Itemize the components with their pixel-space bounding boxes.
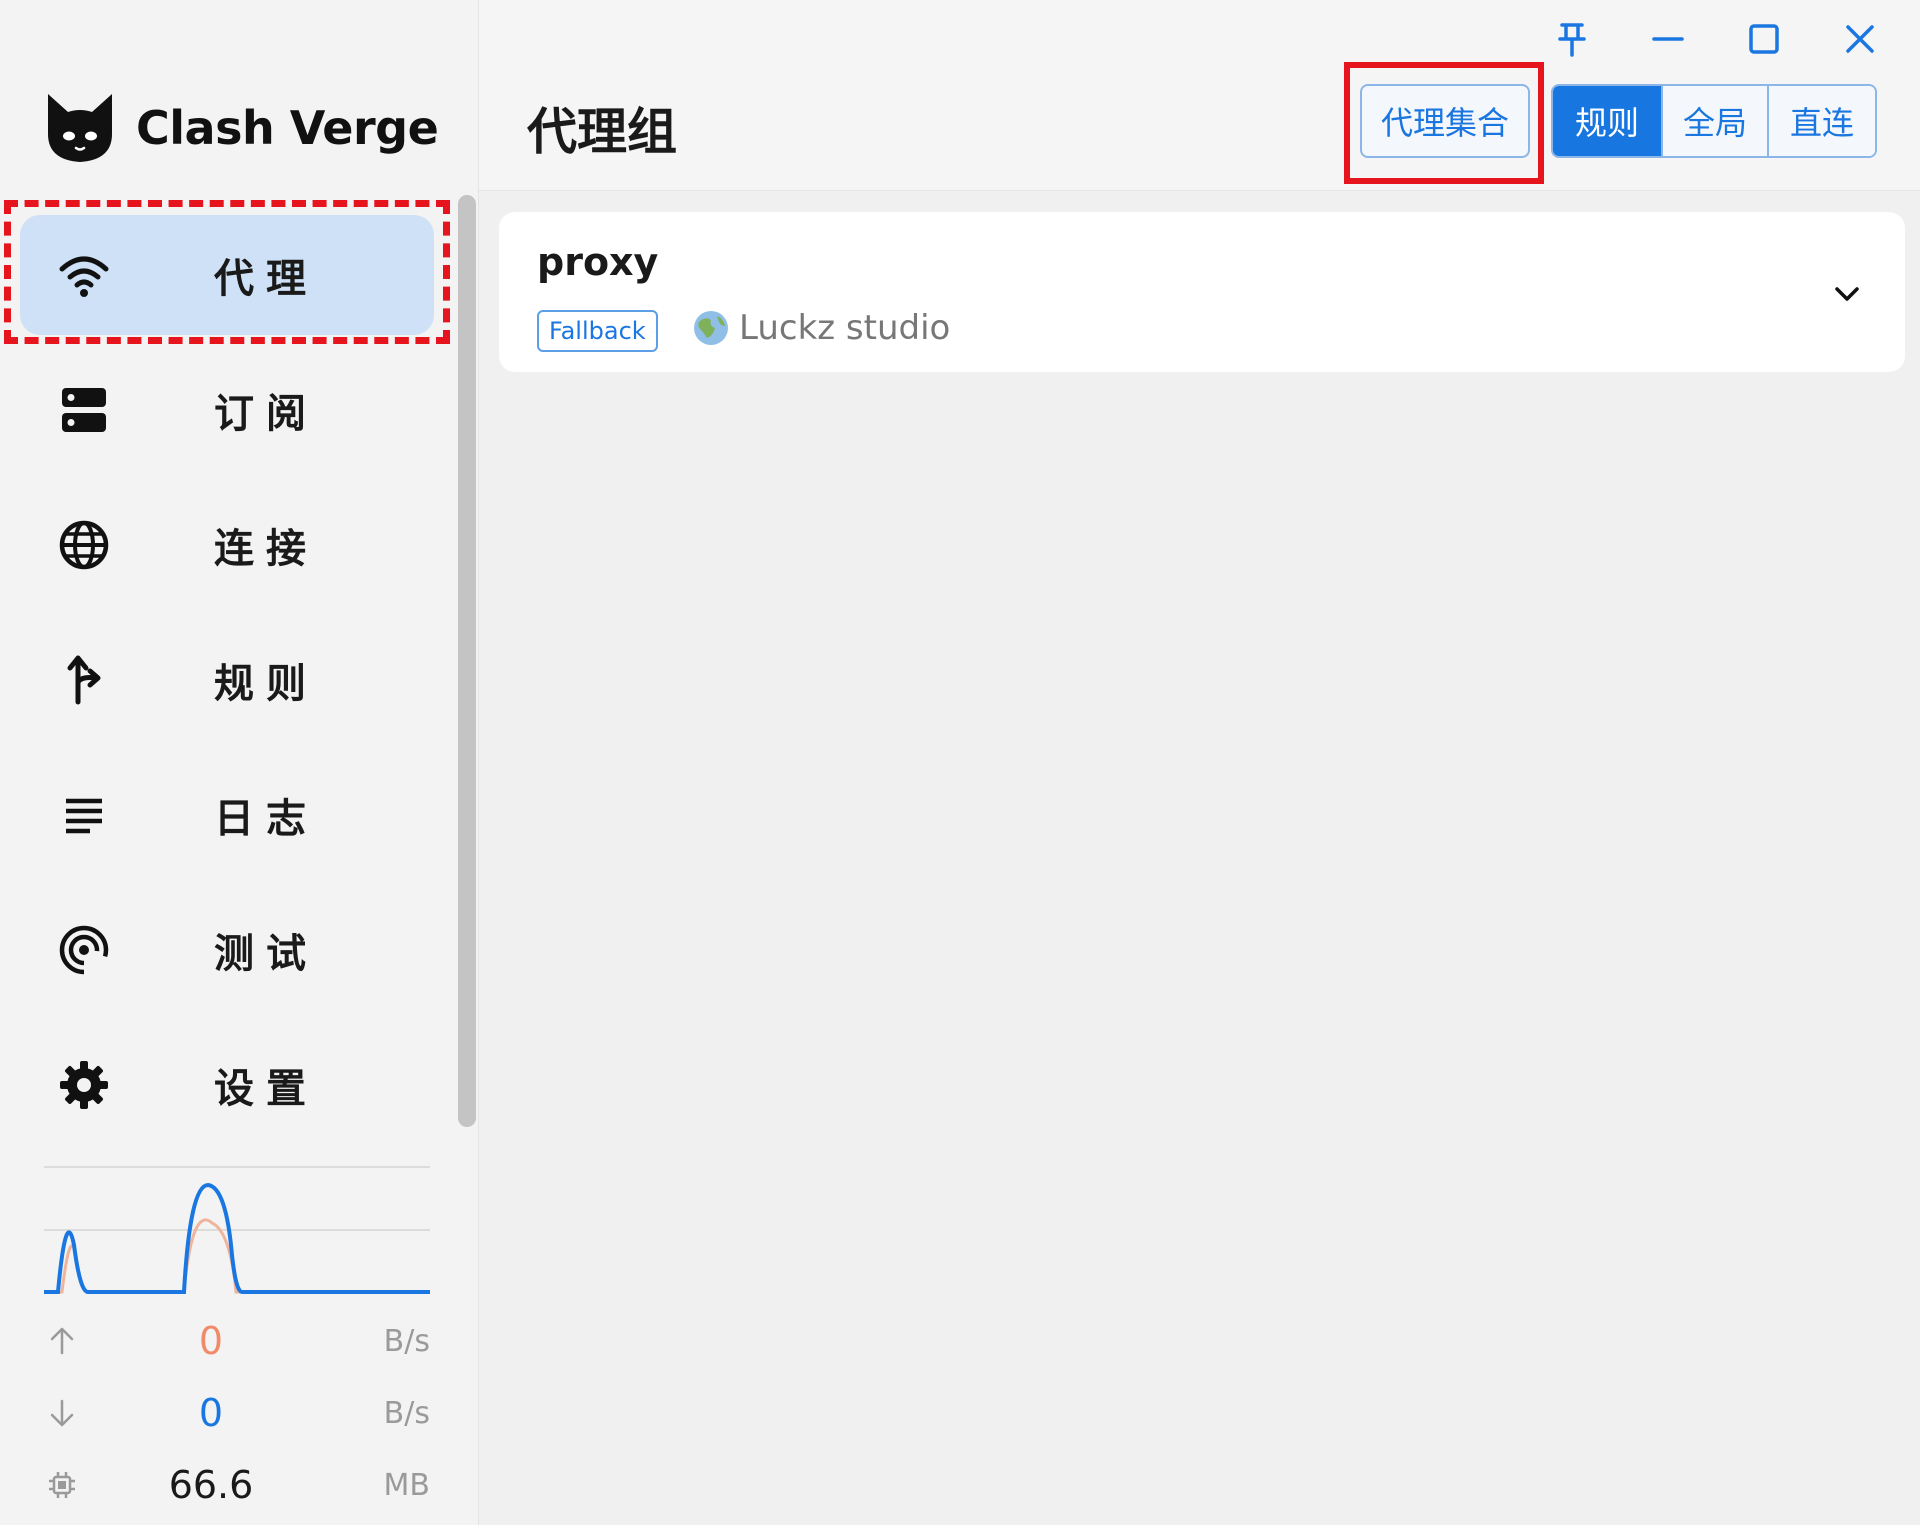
mode-direct-button[interactable]: 直连 <box>1767 86 1875 156</box>
page-title: 代理组 <box>527 103 677 161</box>
wifi-icon <box>56 247 112 303</box>
chevron-down-icon[interactable] <box>1827 274 1867 314</box>
sidebar-item-test[interactable]: 测试 <box>20 890 434 1010</box>
memory-value: 66.6 <box>168 1463 254 1507</box>
sidebar-item-logs[interactable]: 日志 <box>20 755 434 875</box>
sidebar-item-label: 代理 <box>214 256 318 302</box>
sidebar-item-proxy[interactable]: 代理 <box>20 215 434 335</box>
sidebar-item-label: 设置 <box>214 1066 318 1112</box>
traffic-stats: 0 B/s 0 B/s 66.6 MB <box>44 1305 430 1521</box>
sidebar-item-settings[interactable]: 设置 <box>20 1025 434 1145</box>
window-controls <box>1524 14 1908 64</box>
pin-icon <box>1558 23 1586 57</box>
cat-logo-icon <box>48 94 112 162</box>
proxy-set-button[interactable]: 代理集合 <box>1360 84 1530 158</box>
maximize-icon <box>1749 24 1779 54</box>
sidebar-item-subscription[interactable]: 订阅 <box>20 350 434 470</box>
proxy-group-type-badge: Fallback <box>537 310 658 352</box>
arrow-up-icon <box>46 1325 78 1357</box>
page-header: 代理组 代理集合 规则 全局 直连 <box>479 0 1920 191</box>
maximize-button[interactable] <box>1716 14 1812 64</box>
broadcast-icon <box>56 922 112 978</box>
minimize-icon <box>1652 37 1684 41</box>
globe-icon <box>56 517 112 573</box>
sidebar-item-label: 测试 <box>214 931 318 977</box>
download-speed-row: 0 B/s <box>44 1377 430 1449</box>
arrow-down-icon <box>46 1397 78 1429</box>
proxy-group-current-node: Luckz studio <box>739 308 951 348</box>
fork-arrow-icon <box>56 652 112 708</box>
mode-global-button[interactable]: 全局 <box>1661 86 1767 156</box>
app-name: Clash Verge <box>136 101 439 155</box>
upload-speed-value: 0 <box>198 1319 224 1363</box>
sidebar-nav: 代理 订阅 连接 规则 日志 测试 设置 <box>20 215 434 1160</box>
download-speed-value: 0 <box>198 1391 224 1435</box>
mode-toggle-group: 规则 全局 直连 <box>1551 84 1877 158</box>
upload-speed-unit: B/s <box>383 1323 430 1359</box>
close-icon <box>1846 25 1874 53</box>
sidebar-item-label: 日志 <box>214 796 318 842</box>
mode-rule-button[interactable]: 规则 <box>1553 86 1661 156</box>
earth-icon <box>694 311 728 345</box>
sidebar-item-rules[interactable]: 规则 <box>20 620 434 740</box>
memory-unit: MB <box>383 1467 430 1503</box>
main-content: 代理组 代理集合 规则 全局 直连 proxy Fallback Luckz s… <box>479 0 1920 1525</box>
lines-icon <box>56 787 112 843</box>
traffic-graph <box>44 1166 430 1294</box>
chip-icon <box>46 1469 78 1501</box>
sidebar: Clash Verge 代理 订阅 连接 规则 日志 测试 设置 0 B/s 0… <box>0 0 479 1525</box>
memory-row: 66.6 MB <box>44 1449 430 1521</box>
sidebar-item-label: 规则 <box>214 661 318 707</box>
upload-speed-row: 0 B/s <box>44 1305 430 1377</box>
gear-icon <box>56 1057 112 1113</box>
sidebar-item-label: 订阅 <box>214 391 318 437</box>
server-icon <box>56 382 112 438</box>
sidebar-scrollbar[interactable] <box>458 195 476 1127</box>
proxy-group-card[interactable]: proxy Fallback Luckz studio <box>499 212 1905 372</box>
close-button[interactable] <box>1812 14 1908 64</box>
proxy-group-name: proxy <box>537 240 659 284</box>
download-speed-unit: B/s <box>383 1395 430 1431</box>
app-window: Clash Verge 代理 订阅 连接 规则 日志 测试 设置 0 B/s 0… <box>0 0 1920 1525</box>
minimize-button[interactable] <box>1620 14 1716 64</box>
pin-button[interactable] <box>1524 14 1620 64</box>
sidebar-item-connections[interactable]: 连接 <box>20 485 434 605</box>
app-logo: Clash Verge <box>42 88 439 168</box>
sidebar-item-label: 连接 <box>214 526 318 572</box>
